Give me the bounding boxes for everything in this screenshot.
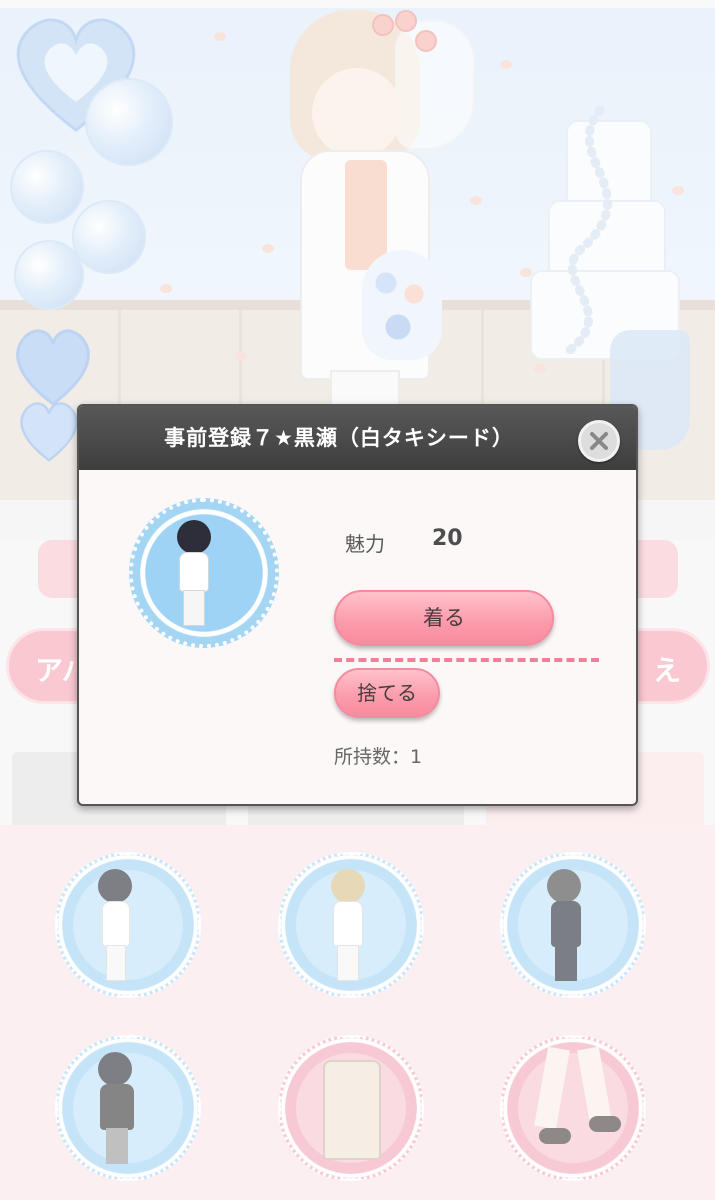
character-legs (183, 590, 205, 626)
character-head (177, 520, 211, 554)
character-body (179, 552, 209, 592)
close-icon (590, 432, 608, 450)
item-preview-avatar (129, 498, 279, 648)
owned-count: 所持数：1 (334, 746, 423, 768)
wear-button[interactable]: 着る (334, 590, 554, 646)
close-button[interactable] (578, 420, 620, 462)
item-detail-dialog: 事前登録７★黒瀬（白タキシード） 魅力 20 着る 捨てる 所持数：1 (77, 404, 638, 806)
dialog-title: 事前登録７★黒瀬（白タキシード） (164, 426, 514, 450)
discard-button[interactable]: 捨てる (334, 668, 440, 718)
charm-label: 魅力 (345, 532, 385, 556)
dashed-divider (334, 658, 599, 662)
charm-value: 20 (432, 526, 463, 551)
dialog-header: 事前登録７★黒瀬（白タキシード） (79, 406, 636, 470)
